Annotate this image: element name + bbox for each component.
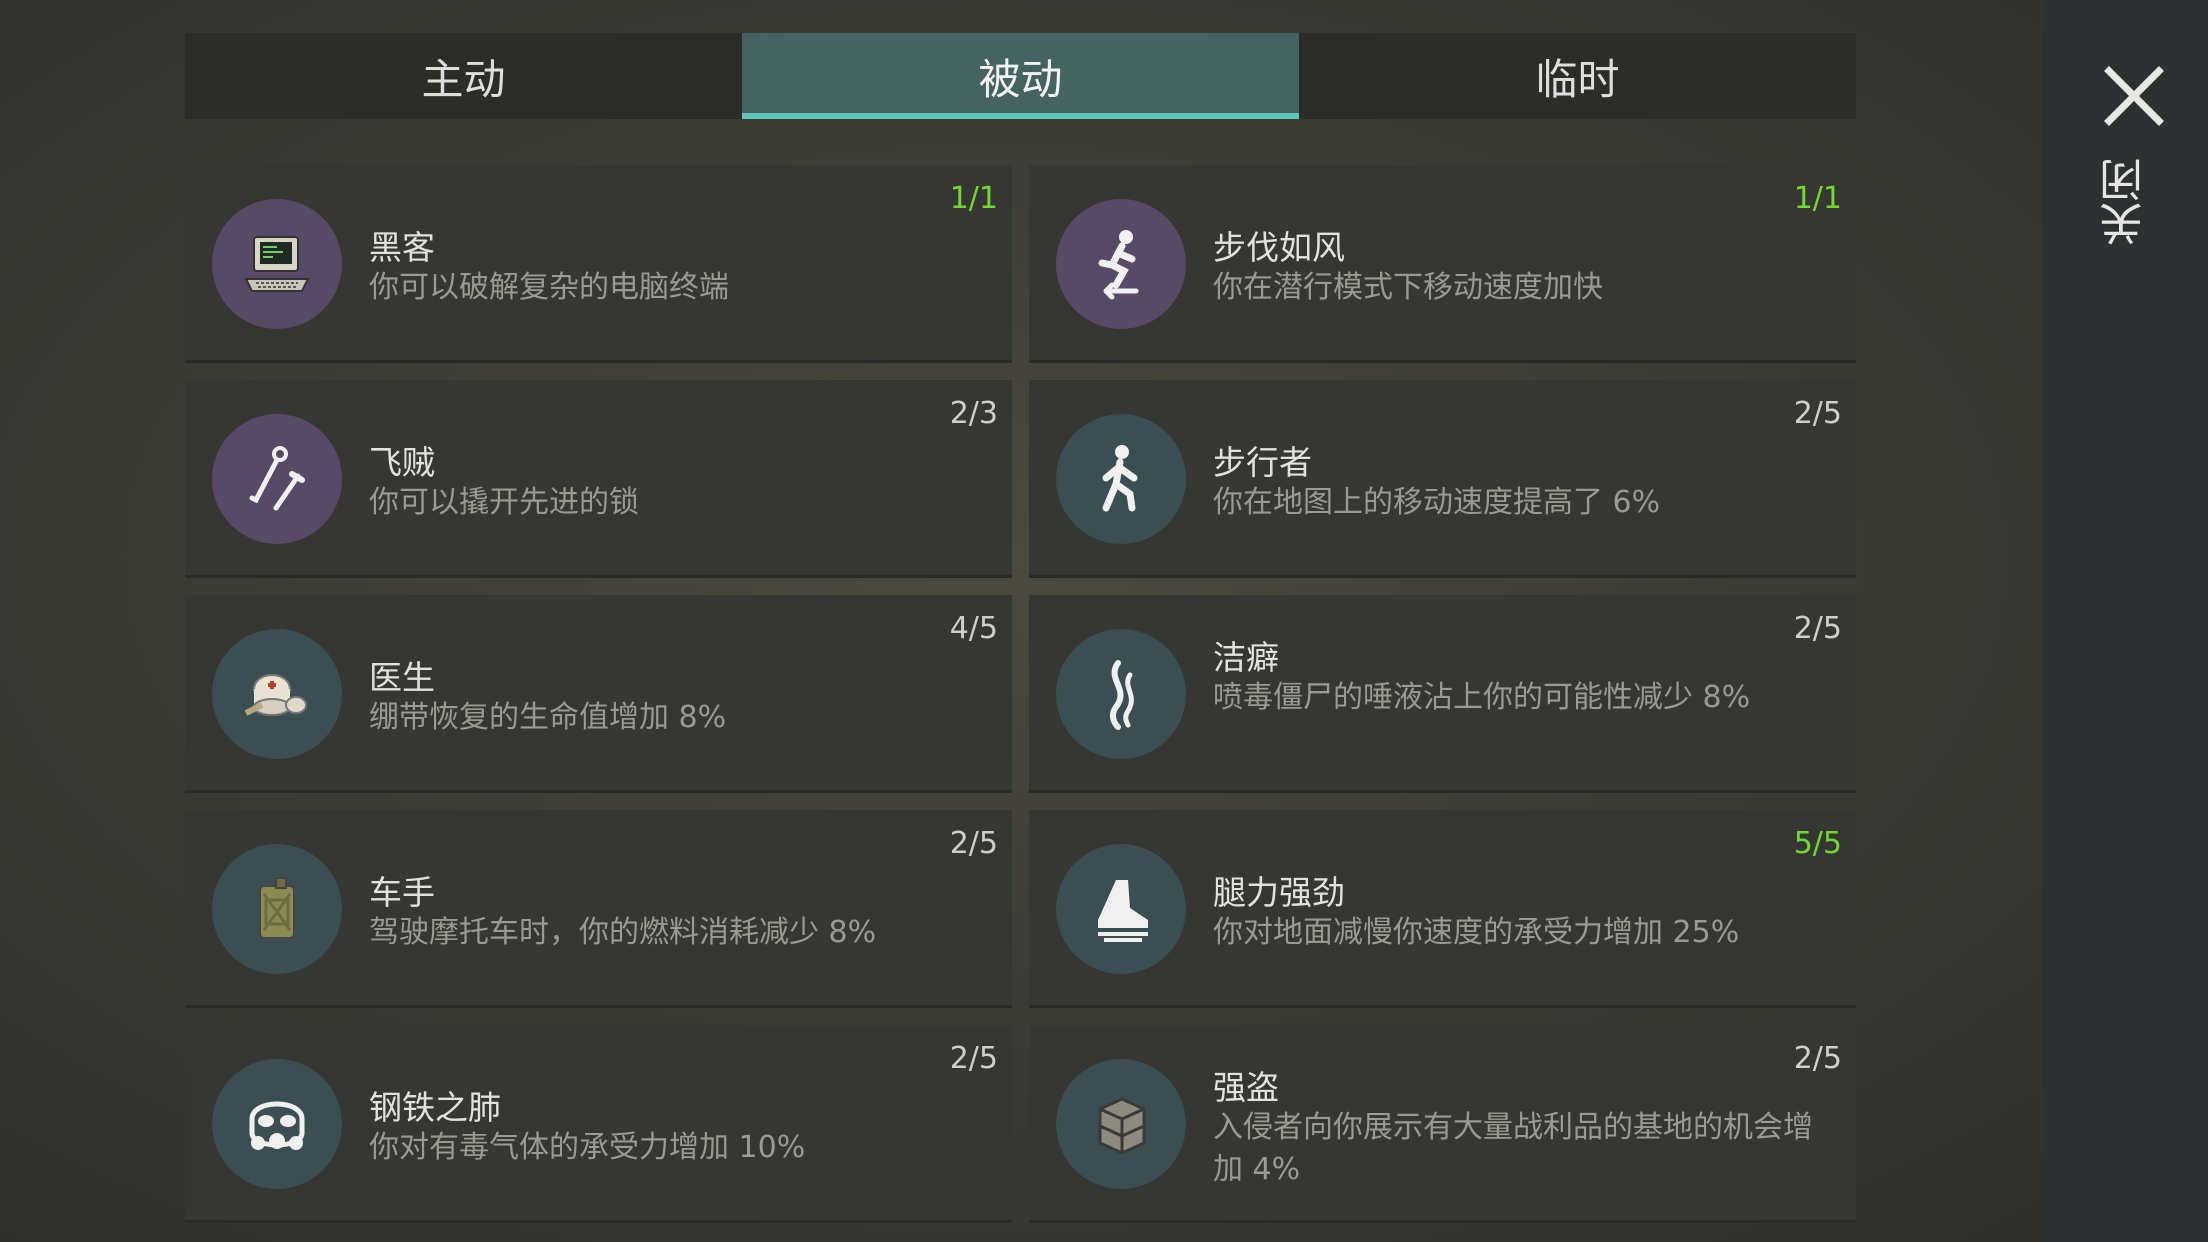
perk-title: 强盗 [1213, 1068, 1279, 1107]
perk-title: 黑客 [369, 228, 435, 267]
perk-icon-wrap [212, 414, 342, 544]
close-label[interactable]: 关闭 [2100, 158, 2164, 246]
perk-card-hacker[interactable]: 黑客 你可以破解复杂的电脑终端 1/1 [185, 165, 1012, 363]
perk-icon-wrap [1056, 629, 1186, 759]
perk-level: 4/5 [949, 611, 998, 646]
perk-card-bandit[interactable]: 强盗 入侵者向你展示有大量战利品的基地的机会增加 4% 2/5 [1029, 1025, 1856, 1223]
perk-level: 2/5 [949, 826, 998, 861]
perk-description: 绷带恢复的生命值增加 8% [369, 700, 727, 735]
perk-description: 你对有毒气体的承受力增加 10% [369, 1130, 806, 1165]
close-icon [2104, 66, 2164, 126]
perk-description: 你对地面减慢你速度的承受力增加 25% [1213, 915, 1740, 950]
perk-level: 2/5 [1793, 396, 1842, 431]
smoke-icon [1109, 660, 1134, 730]
perk-card-thief[interactable]: 飞贼 你可以撬开先进的锁 2/3 [185, 380, 1012, 578]
perk-title: 步行者 [1213, 443, 1312, 482]
perk-level: 2/3 [949, 396, 998, 431]
sneak-runner-icon [1098, 230, 1139, 300]
perk-description: 你在地图上的移动速度提高了 6% [1213, 485, 1661, 520]
perk-card-driver[interactable]: 车手 驾驶摩托车时，你的燃料消耗减少 8% 2/5 [185, 810, 1012, 1008]
perk-description: 你可以破解复杂的电脑终端 [369, 270, 729, 305]
perk-icon-wrap [212, 844, 342, 974]
perk-description: 喷毒僵尸的唾液沾上你的可能性减少 8% [1213, 680, 1751, 715]
tab-passive[interactable]: 被动 [742, 33, 1299, 119]
bandage-icon [244, 674, 307, 716]
perk-card-strong-legs[interactable]: 腿力强劲 你对地面减慢你速度的承受力增加 25% 5/5 [1029, 810, 1856, 1008]
perk-title: 钢铁之肺 [369, 1088, 501, 1127]
close-button[interactable] [2094, 56, 2174, 136]
perk-card-walker[interactable]: 步行者 你在地图上的移动速度提高了 6% 2/5 [1029, 380, 1856, 578]
perk-title: 洁癖 [1213, 638, 1279, 677]
perk-title: 飞贼 [369, 443, 435, 482]
perk-icon-wrap [1056, 1059, 1186, 1189]
perk-title: 医生 [369, 658, 435, 697]
perk-level: 2/5 [949, 1041, 998, 1076]
perk-icon-wrap [1056, 844, 1186, 974]
perk-level: 2/5 [1793, 611, 1842, 646]
perk-card-sneak-speed[interactable]: 步伐如风 你在潜行模式下移动速度加快 1/1 [1029, 165, 1856, 363]
perk-level: 1/1 [949, 181, 998, 216]
perk-icon-wrap [1056, 199, 1186, 329]
computer-icon [244, 236, 310, 292]
perk-title: 车手 [369, 873, 435, 912]
perk-grid: 黑客 你可以破解复杂的电脑终端 1/1 步伐如风 你在潜行模式下移动速度加快 1… [185, 165, 1856, 1223]
perk-icon-wrap [212, 1059, 342, 1189]
perk-description: 驾驶摩托车时，你的燃料消耗减少 8% [369, 915, 877, 950]
perk-description: 入侵者向你展示有大量战利品的基地的机会增加 4% [1213, 1110, 1813, 1187]
perk-card-iron-lungs[interactable]: 钢铁之肺 你对有毒气体的承受力增加 10% 2/5 [185, 1025, 1012, 1223]
tab-active[interactable]: 主动 [185, 33, 742, 119]
perk-title: 步伐如风 [1213, 228, 1345, 267]
gas-mask-icon [249, 1101, 305, 1150]
perk-level: 2/5 [1793, 1041, 1842, 1076]
tab-bar: 主动 被动 临时 [185, 33, 1856, 119]
perk-description: 你可以撬开先进的锁 [369, 485, 639, 520]
perk-level: 5/5 [1793, 826, 1842, 861]
perk-icon-wrap [212, 199, 342, 329]
perk-level: 1/1 [1793, 181, 1842, 216]
perk-card-doctor[interactable]: 医生 绷带恢复的生命值增加 8% 4/5 [185, 595, 1012, 793]
perk-icon-wrap [212, 629, 342, 759]
walker-icon [1102, 445, 1138, 512]
crate-icon [1098, 1097, 1146, 1155]
perk-card-clean-freak[interactable]: 洁癖 喷毒僵尸的唾液沾上你的可能性减少 8% 2/5 [1029, 595, 1856, 793]
tab-temporary[interactable]: 临时 [1299, 33, 1856, 119]
perk-icon-wrap [1056, 414, 1186, 544]
boot-icon [1098, 880, 1148, 942]
lockpick-icon [249, 446, 305, 511]
jerrycan-icon [259, 877, 295, 939]
perk-title: 腿力强劲 [1213, 873, 1345, 912]
perk-description: 你在潜行模式下移动速度加快 [1213, 270, 1603, 305]
